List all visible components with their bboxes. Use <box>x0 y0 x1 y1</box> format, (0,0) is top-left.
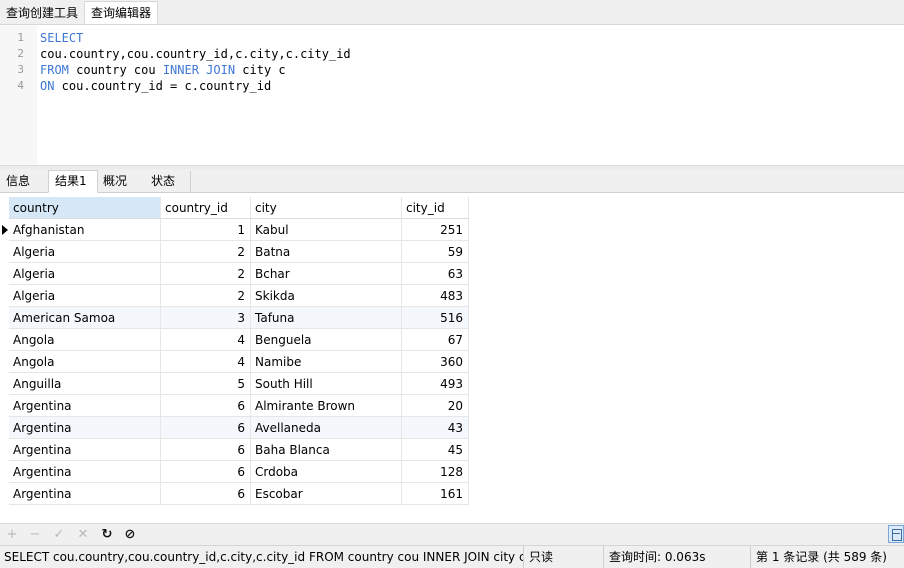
cell-country-id[interactable]: 2 <box>161 241 251 263</box>
line-number: 2 <box>17 47 24 60</box>
cell-city-id[interactable]: 360 <box>402 351 469 373</box>
cell-city-id[interactable]: 67 <box>402 329 469 351</box>
line-number: 1 <box>17 31 24 44</box>
status-query-time: 查询时间: 0.063s <box>605 546 751 568</box>
sql-keyword: INNER JOIN <box>162 63 236 77</box>
cell-city[interactable]: Skikda <box>251 285 402 307</box>
column-header-country[interactable]: country <box>9 197 161 219</box>
cell-city-id[interactable]: 43 <box>402 417 469 439</box>
cell-country[interactable]: Angola <box>9 329 161 351</box>
cell-country[interactable]: Argentina <box>9 461 161 483</box>
refresh-icon[interactable]: ↻ <box>98 526 116 544</box>
status-record-count: 第 1 条记录 (共 589 条) <box>756 550 887 564</box>
tab-status[interactable]: 状态 <box>145 171 191 193</box>
cell-city[interactable]: Crdoba <box>251 461 402 483</box>
cell-country[interactable]: Angola <box>9 351 161 373</box>
cell-country-id[interactable]: 4 <box>161 329 251 351</box>
cell-city-id[interactable]: 45 <box>402 439 469 461</box>
cell-country[interactable]: Argentina <box>9 395 161 417</box>
sql-keyword: SELECT <box>40 31 84 45</box>
tab-query-builder[interactable]: 查询创建工具 <box>0 2 84 25</box>
column-header-country-id[interactable]: country_id <box>161 197 251 219</box>
column-header-city-id[interactable]: city_id <box>402 197 469 219</box>
cell-country[interactable]: Argentina <box>9 483 161 505</box>
cell-country-id[interactable]: 4 <box>161 351 251 373</box>
record-navigation-toolbar: + − ✓ ✕ ↻ ⊘ <box>0 523 904 545</box>
cell-city-id[interactable]: 161 <box>402 483 469 505</box>
line-number: 3 <box>17 63 24 76</box>
cell-city-id[interactable]: 63 <box>402 263 469 285</box>
add-record-icon[interactable]: + <box>3 526 21 544</box>
tab-message[interactable]: 信息 <box>0 171 47 193</box>
cell-country-id[interactable]: 3 <box>161 307 251 329</box>
sql-text: cou.country,cou.country_id,c.city,c.city… <box>40 47 351 61</box>
cell-city[interactable]: Kabul <box>251 219 402 241</box>
cell-city[interactable]: Almirante Brown <box>251 395 402 417</box>
tab-profile[interactable]: 概况 <box>97 171 144 193</box>
tab-query-editor[interactable]: 查询编辑器 <box>84 1 158 24</box>
code-line: ON cou.country_id = c.country_id <box>40 78 271 94</box>
sql-text: city c <box>235 63 286 77</box>
cell-city[interactable]: Benguela <box>251 329 402 351</box>
cell-country[interactable]: Algeria <box>9 285 161 307</box>
status-bar: SELECT cou.country,cou.country_id,c.city… <box>0 545 904 568</box>
tab-result-1[interactable]: 结果1 <box>48 170 98 193</box>
cell-country-id[interactable]: 5 <box>161 373 251 395</box>
cell-country-id[interactable]: 6 <box>161 461 251 483</box>
line-number: 4 <box>17 79 24 92</box>
cell-city-id[interactable]: 516 <box>402 307 469 329</box>
cell-city-id[interactable]: 493 <box>402 373 469 395</box>
cell-city[interactable]: Baha Blanca <box>251 439 402 461</box>
code-line: cou.country,cou.country_id,c.city,c.city… <box>40 46 351 62</box>
cell-country-id[interactable]: 1 <box>161 219 251 241</box>
cell-country-id[interactable]: 6 <box>161 395 251 417</box>
cell-country[interactable]: Anguilla <box>9 373 161 395</box>
column-header-city[interactable]: city <box>251 197 402 219</box>
cell-city-id[interactable]: 59 <box>402 241 469 263</box>
apply-changes-icon[interactable]: ✓ <box>50 526 68 544</box>
cell-city[interactable]: Batna <box>251 241 402 263</box>
cell-country-id[interactable]: 6 <box>161 417 251 439</box>
cell-city-id[interactable]: 20 <box>402 395 469 417</box>
cell-city[interactable]: South Hill <box>251 373 402 395</box>
cell-city[interactable]: Escobar <box>251 483 402 505</box>
sql-keyword: ON <box>40 79 55 93</box>
code-line: SELECT <box>40 30 83 46</box>
cell-country[interactable]: Argentina <box>9 439 161 461</box>
delete-record-icon[interactable]: − <box>26 526 44 544</box>
cell-city[interactable]: Tafuna <box>251 307 402 329</box>
sql-editor[interactable]: 1 SELECT 2 cou.country,cou.country_id,c.cit… <box>0 25 904 165</box>
discard-changes-icon[interactable]: ✕ <box>74 526 92 544</box>
code-line: FROM country cou INNER JOIN city c <box>40 62 286 78</box>
status-sql-text: SELECT cou.country,cou.country_id,c.city… <box>0 546 524 568</box>
result-tab-bar: 信息 结果1 概况 状态 <box>0 169 904 193</box>
cell-city[interactable]: Namibe <box>251 351 402 373</box>
cell-country[interactable]: Argentina <box>9 417 161 439</box>
sql-text: cou.country_id = c.country_id <box>54 79 272 93</box>
cell-country[interactable]: Algeria <box>9 263 161 285</box>
sql-text: country cou <box>68 63 163 77</box>
stop-icon[interactable]: ⊘ <box>121 526 139 544</box>
cell-country-id[interactable]: 6 <box>161 439 251 461</box>
cell-city-id[interactable]: 128 <box>402 461 469 483</box>
cell-country-id[interactable]: 2 <box>161 263 251 285</box>
cell-country[interactable]: Algeria <box>9 241 161 263</box>
cell-country[interactable]: Afghanistan <box>9 219 161 241</box>
cell-country-id[interactable]: 2 <box>161 285 251 307</box>
cell-country[interactable]: American Samoa <box>9 307 161 329</box>
cell-city-id[interactable]: 483 <box>402 285 469 307</box>
cell-city[interactable]: Bchar <box>251 263 402 285</box>
cell-city-id[interactable]: 251 <box>402 219 469 241</box>
current-row-indicator-icon <box>2 225 8 235</box>
cell-country-id[interactable]: 6 <box>161 483 251 505</box>
sql-keyword: FROM <box>40 63 69 77</box>
editor-tab-bar: 查询创建工具 查询编辑器 <box>0 0 904 25</box>
cell-city[interactable]: Avellaneda <box>251 417 402 439</box>
grid-view-icon[interactable] <box>888 525 904 543</box>
status-read-only: 只读 <box>525 546 604 568</box>
